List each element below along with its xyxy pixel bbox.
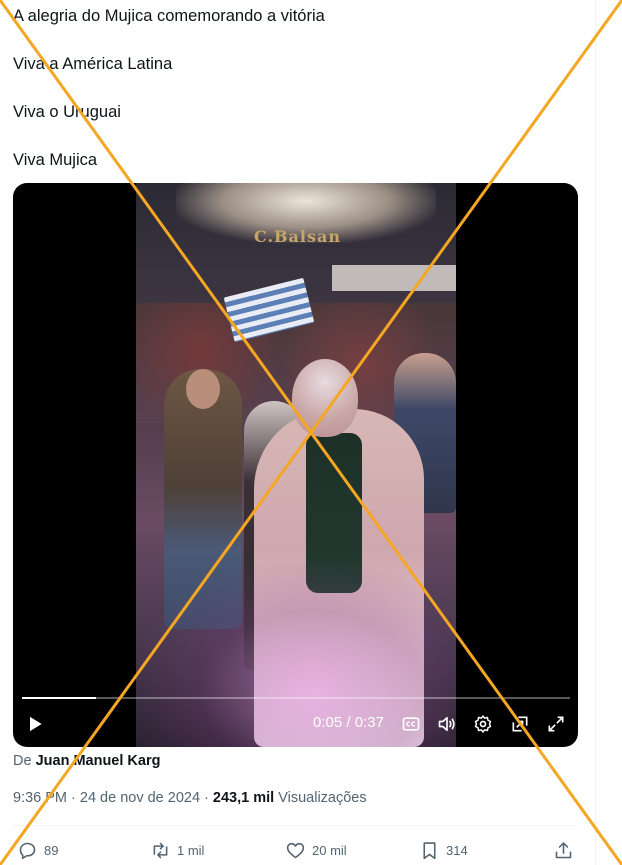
- reply-count: 89: [44, 842, 59, 858]
- share-button[interactable]: [553, 836, 580, 864]
- meta-separator-2: ·: [200, 790, 213, 806]
- scene-sign-text: C.Balsan: [254, 227, 341, 246]
- bookmark-icon: [423, 841, 436, 859]
- video-progress-bar[interactable]: [22, 697, 570, 699]
- settings-button[interactable]: [470, 711, 496, 737]
- scene-mujica-head: [292, 359, 358, 437]
- video-frame[interactable]: C.Balsan: [136, 183, 456, 747]
- captions-button[interactable]: [398, 711, 424, 737]
- like-button[interactable]: 20 mil: [285, 836, 347, 864]
- heart-icon: [286, 842, 305, 858]
- tweet-line-2: Viva a América Latina: [13, 55, 173, 73]
- play-icon: [30, 716, 42, 732]
- tweet-actions: 89 1 mil 20 mil 314: [13, 836, 578, 864]
- picture-in-picture-button[interactable]: [507, 711, 533, 737]
- meta-separator: ·: [67, 790, 80, 806]
- video-progress-fill: [22, 697, 96, 699]
- like-count: 20 mil: [312, 842, 347, 858]
- tweet-meta: 9:36 PM · 24 de nov de 2024 · 243,1 mil …: [13, 790, 367, 806]
- volume-icon: [438, 716, 455, 732]
- tweet-text: A alegria do Mujica comemorando a vitóri…: [13, 4, 325, 196]
- video-current-time: 0:05: [313, 714, 343, 731]
- video-controls: 0:05 / 0:37: [13, 687, 578, 747]
- video-attribution: De Juan Manuel Karg: [13, 753, 160, 769]
- tweet-line-3: Viva o Uruguai: [13, 103, 121, 121]
- video-time: 0:05 / 0:37: [313, 714, 384, 731]
- play-button[interactable]: [22, 711, 48, 737]
- fullscreen-button[interactable]: [543, 711, 569, 737]
- video-time-separator: /: [342, 714, 355, 731]
- video-player[interactable]: C.Balsan 0:05 / 0:37: [13, 183, 578, 747]
- tweet-date[interactable]: 24 de nov de 2024: [80, 790, 200, 806]
- bookmark-button[interactable]: 314: [419, 836, 468, 864]
- bookmark-count: 314: [446, 842, 468, 858]
- video-duration: 0:37: [354, 714, 384, 731]
- attribution-prefix: De: [13, 753, 36, 769]
- repost-count: 1 mil: [177, 842, 205, 858]
- settings-icon: [474, 715, 492, 733]
- actions-divider: [13, 825, 578, 826]
- captions-icon: [402, 717, 420, 731]
- tweet-line-1: A alegria do Mujica comemorando a vitóri…: [13, 7, 325, 25]
- author-name-link[interactable]: Juan Manuel Karg: [36, 753, 161, 769]
- reply-icon: [19, 842, 36, 859]
- reply-button[interactable]: 89: [17, 836, 58, 864]
- volume-button[interactable]: [434, 711, 460, 737]
- scene-banner: [332, 265, 456, 291]
- views-count: 243,1 mil: [212, 790, 275, 806]
- views-label: Visualizações: [274, 790, 367, 806]
- fullscreen-icon: [548, 716, 564, 732]
- scene-person-left-head: [186, 369, 220, 409]
- picture-in-picture-icon: [512, 716, 528, 732]
- repost-button[interactable]: 1 mil: [150, 836, 204, 864]
- tweet-time[interactable]: 9:36 PM: [13, 790, 67, 806]
- timeline-border: [595, 0, 596, 865]
- repost-icon: [153, 842, 168, 858]
- share-icon: [555, 841, 572, 858]
